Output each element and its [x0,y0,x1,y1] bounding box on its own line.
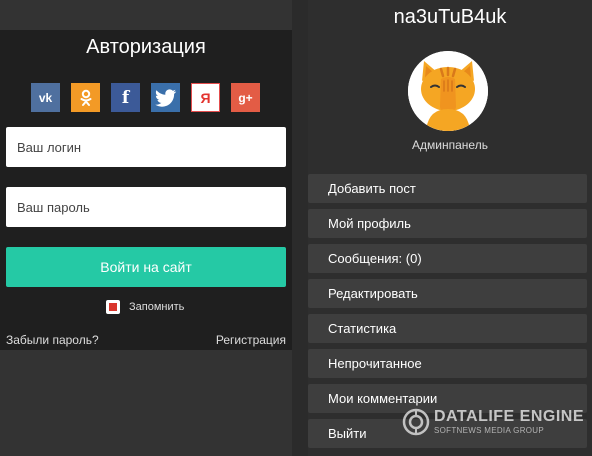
forgot-password-link[interactable]: Забыли пароль? [6,333,99,347]
menu-add-post[interactable]: Добавить пост [308,174,587,203]
menu-logout[interactable]: Выйти [308,419,587,448]
checkbox-icon [106,300,120,314]
facebook-login-icon[interactable]: f [111,83,140,112]
menu-statistics[interactable]: Статистика [308,314,587,343]
vk-login-icon[interactable]: vk [31,83,60,112]
google-plus-login-icon[interactable]: g+ [231,83,260,112]
admin-panel-link[interactable]: Админпанель [308,138,592,152]
remember-me-checkbox[interactable]: Запомнить [106,300,184,314]
menu-unread[interactable]: Непрочитанное [308,349,587,378]
twitter-login-icon[interactable] [151,83,180,112]
login-input[interactable] [6,127,286,167]
panel-divider [292,0,308,456]
menu-my-comments[interactable]: Мои комментарии [308,384,587,413]
yandex-login-icon[interactable]: Я [191,83,220,112]
user-panel: na3uTuB4uk Админпанель Добавить пост Мой… [308,0,592,456]
password-input[interactable] [6,187,286,227]
remember-label: Запомнить [129,301,185,313]
odnoklassniki-icon [80,89,91,106]
username: na3uTuB4uk [393,6,507,28]
register-link[interactable]: Регистрация [216,333,286,347]
odnoklassniki-login-icon[interactable] [71,83,100,112]
menu-messages[interactable]: Сообщения: (0) [308,244,587,273]
cat-facepalm-avatar-icon [408,51,488,131]
menu-my-profile[interactable]: Мой профиль [308,209,587,238]
menu-edit[interactable]: Редактировать [308,279,587,308]
login-submit-button[interactable]: Войти на сайт [6,247,286,287]
auth-panel: Авторизация vk f Я g+ Войти на сайт Запо… [0,30,292,350]
auth-title: Авторизация [86,36,206,58]
twitter-bird-icon [154,88,176,107]
avatar[interactable] [408,51,488,131]
